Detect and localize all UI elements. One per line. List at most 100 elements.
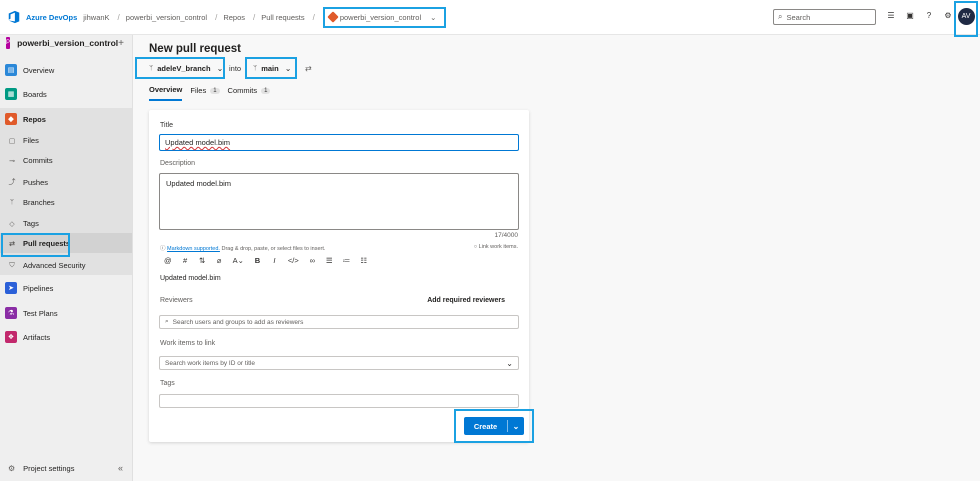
sidebar-item-label: Tags — [23, 219, 39, 228]
repo-selector[interactable]: powerbi_version_control ⌄ — [322, 6, 447, 28]
work-items-label: Work items to link — [160, 340, 216, 347]
target-branch-label: main — [261, 63, 279, 73]
help-icon[interactable]: ? — [924, 11, 934, 21]
project-badge: P — [6, 37, 11, 49]
sidebar-item-pipelines[interactable]: ➤ Pipelines — [0, 282, 132, 294]
italic-icon[interactable]: I — [271, 256, 278, 265]
highlight-icon[interactable]: A⌄ — [233, 256, 244, 265]
title-input-value: Updated model.bim — [165, 138, 231, 147]
create-highlight: Create ⌄ — [454, 409, 534, 443]
work-items-input[interactable]: Search work items by ID or title ⌄ — [159, 356, 519, 370]
azure-devops-logo-icon[interactable] — [7, 10, 21, 24]
info-icon: ⓘ — [160, 246, 166, 252]
markdown-link[interactable]: Markdown supported. — [167, 246, 220, 252]
breadcrumb-separator: / — [117, 12, 120, 22]
breadcrumb-user[interactable]: jihwanK — [83, 13, 109, 22]
pull-request-link-icon[interactable]: ⇅ — [199, 256, 206, 265]
repos-icon: ◆ — [5, 113, 17, 125]
project-name: powerbi_version_control — [17, 38, 119, 48]
breadcrumb-pull-requests[interactable]: Pull requests — [261, 13, 304, 22]
sidebar-item-label: Test Plans — [23, 308, 58, 318]
sidebar-item-label: Files — [23, 136, 39, 145]
mention-icon[interactable]: @ — [164, 256, 172, 265]
tab-files[interactable]: Files 1 — [190, 85, 220, 101]
org-name[interactable]: Azure DevOps — [26, 13, 77, 22]
chevron-down-icon: ⌄ — [430, 12, 437, 22]
sidebar-item-overview[interactable]: ▤ Overview — [0, 64, 132, 76]
create-button[interactable]: Create ⌄ — [464, 417, 524, 435]
description-textarea[interactable]: Updated model.bim — [159, 173, 519, 230]
markdown-note: ⓘ Markdown supported. Drag & drop, paste… — [160, 244, 325, 252]
checklist-icon[interactable]: ☷ — [360, 256, 367, 265]
hyperlink-icon[interactable]: ∞ — [309, 256, 316, 265]
sidebar-item-commits[interactable]: ⊸ Commits — [0, 156, 132, 165]
tags-input[interactable] — [159, 394, 519, 408]
swap-branches-icon[interactable]: ⇄ — [305, 64, 312, 73]
shield-icon: ⛉ — [9, 261, 15, 269]
reviewers-label: Reviewers — [160, 297, 193, 304]
avatar[interactable]: AV — [957, 8, 975, 25]
sidebar-item-label: Branches — [23, 198, 55, 207]
bold-icon[interactable]: B — [254, 256, 261, 265]
add-icon[interactable]: + — [118, 38, 124, 49]
sidebar-item-label: Pushes — [23, 177, 49, 187]
marketplace-icon[interactable]: ▣ — [905, 11, 915, 21]
link-work-items[interactable]: ○ Link work items. — [474, 244, 518, 250]
commits-icon: ⊸ — [9, 157, 15, 165]
sidebar-item-artifacts[interactable]: ❖ Artifacts — [0, 331, 132, 343]
boards-icon: ▦ — [5, 88, 17, 100]
target-branch-selector[interactable]: ᛘ main ⌄ — [245, 57, 297, 79]
project-header[interactable]: P powerbi_version_control + — [6, 36, 132, 50]
count-badge: 1 — [261, 87, 271, 94]
overview-icon: ▤ — [5, 64, 17, 76]
add-required-reviewers-button[interactable]: Add required reviewers — [427, 297, 505, 304]
branches-icon: ᛘ — [9, 199, 15, 206]
formatting-toolbar: @ # ⇅ ⌀ A⌄ B I </> ∞ ☰ ≔ ☷ — [164, 256, 367, 265]
collapse-sidebar-icon[interactable]: « — [118, 463, 123, 473]
hashtag-icon[interactable]: # — [182, 256, 189, 265]
attach-icon[interactable]: ⌀ — [216, 256, 223, 265]
reviewers-input[interactable]: ⌕ Search users and groups to add as revi… — [159, 315, 519, 329]
search-input[interactable]: ⌕ Search — [773, 9, 876, 25]
chevron-down-icon[interactable]: ⌄ — [508, 422, 524, 431]
tab-overview[interactable]: Overview — [149, 85, 183, 101]
sidebar-item-tags[interactable]: ◇ Tags — [0, 219, 132, 228]
sidebar-item-pushes[interactable]: ⤴ Pushes — [0, 177, 132, 187]
sidebar-item-branches[interactable]: ᛘ Branches — [0, 198, 132, 207]
bulleted-list-icon[interactable]: ☰ — [326, 256, 333, 265]
title-input[interactable]: Updated model.bim — [159, 134, 519, 151]
chevron-down-icon: ⌄ — [216, 63, 224, 73]
tab-commits[interactable]: Commits 1 — [228, 85, 271, 101]
sidebar-item-label: Commits — [23, 156, 53, 165]
chevron-down-icon: ⌄ — [284, 63, 292, 73]
project-settings[interactable]: ⚙ Project settings « — [0, 463, 132, 473]
chevron-down-icon: ⌄ — [506, 358, 513, 368]
test-plans-icon: ⚗ — [5, 307, 17, 319]
sidebar-item-files[interactable]: ▢ Files — [0, 136, 132, 145]
char-count: 17/4000 — [494, 232, 519, 239]
title-label: Title — [160, 122, 173, 129]
code-icon[interactable]: </> — [288, 256, 299, 265]
markdown-note-text: Drag & drop, paste, or select files to i… — [219, 246, 326, 252]
source-branch-selector[interactable]: ᛘ adeleV_branch ⌄ — [135, 57, 225, 79]
branch-icon: ᛘ — [149, 64, 154, 72]
pull-request-form: Title Updated model.bim Description Upda… — [149, 110, 529, 442]
numbered-list-icon[interactable]: ≔ — [343, 256, 351, 265]
breadcrumb-project[interactable]: powerbi_version_control — [126, 13, 207, 22]
gear-icon: ⚙ — [8, 463, 16, 473]
breadcrumb-repos[interactable]: Repos — [223, 13, 245, 22]
pushes-icon: ⤴ — [8, 179, 16, 186]
user-settings-icon[interactable]: ⚙ — [943, 11, 953, 21]
sidebar-item-advanced-security[interactable]: ⛉ Advanced Security — [0, 261, 132, 270]
sidebar-item-label: Advanced Security — [23, 261, 86, 270]
sidebar-item-label: Repos — [23, 114, 46, 124]
pull-requests-highlight — [1, 233, 70, 257]
sidebar-item-boards[interactable]: ▦ Boards — [0, 88, 132, 100]
sidebar-item-label: Pipelines — [23, 283, 54, 293]
sidebar-item-test-plans[interactable]: ⚗ Test Plans — [0, 307, 132, 319]
task-list-icon[interactable]: ☰ — [886, 11, 896, 21]
page-title: New pull request — [149, 43, 242, 55]
sidebar-item-repos[interactable]: ◆ Repos — [0, 113, 132, 125]
project-settings-label: Project settings — [23, 463, 75, 473]
description-preview: Updated model.bim — [160, 275, 221, 282]
